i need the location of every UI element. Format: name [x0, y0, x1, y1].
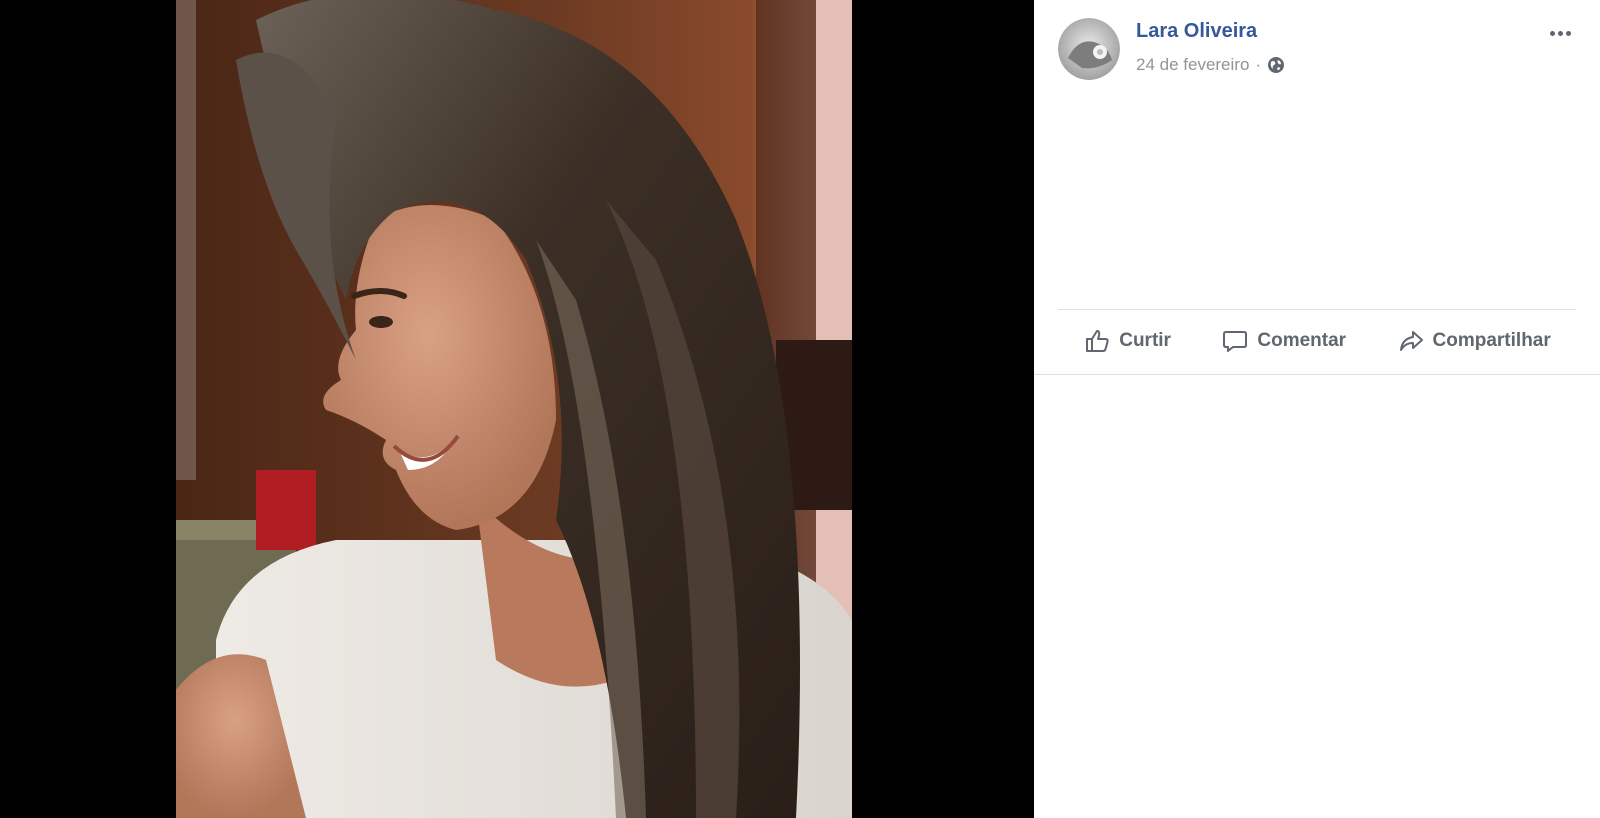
like-button[interactable]: Curtir [1083, 327, 1171, 355]
share-label: Compartilhar [1432, 330, 1551, 351]
post-actions: Curtir Comentar Compartilhar [1058, 316, 1576, 366]
comment-button[interactable]: Comentar [1221, 327, 1346, 355]
photo-viewer [0, 0, 1034, 818]
author-avatar[interactable] [1058, 18, 1120, 80]
post-date[interactable]: 24 de fevereiro [1136, 55, 1249, 75]
dot [1557, 30, 1563, 36]
actions-divider-top [1058, 309, 1576, 310]
post-panel: Lara Oliveira 24 de fevereiro · Curtir C… [1034, 0, 1600, 818]
share-button[interactable]: Compartilhar [1397, 327, 1551, 355]
share-arrow-icon [1399, 331, 1423, 351]
author-name[interactable]: Lara Oliveira [1136, 20, 1257, 43]
speech-bubble-icon [1223, 331, 1248, 352]
dot [1549, 30, 1555, 36]
more-options-icon[interactable] [1544, 22, 1576, 44]
like-label: Curtir [1119, 330, 1171, 351]
post-meta: 24 de fevereiro · [1136, 54, 1285, 76]
thumbs-up-icon [1086, 330, 1109, 352]
post-photo[interactable] [176, 0, 852, 818]
comment-label: Comentar [1257, 330, 1347, 351]
meta-separator: · [1255, 55, 1262, 74]
dot [1565, 30, 1571, 36]
globe-icon[interactable] [1267, 56, 1285, 74]
actions-divider-bottom [1034, 374, 1600, 375]
